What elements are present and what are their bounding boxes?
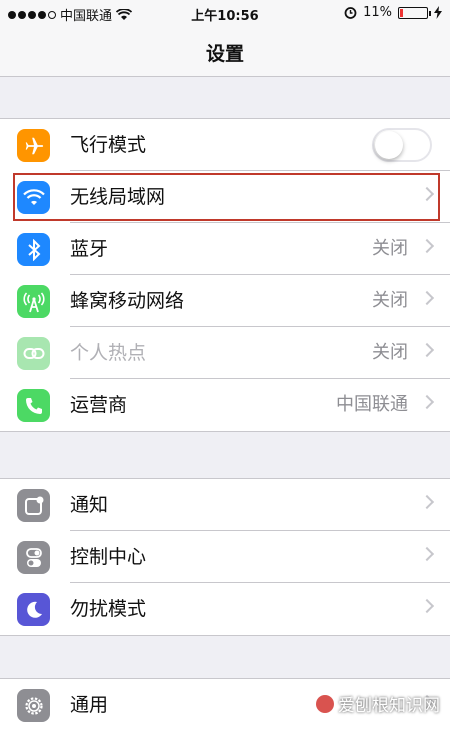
control-center-icon	[17, 541, 50, 574]
notifications-group: 通知 控制中心 勿扰模式	[0, 478, 450, 636]
row-value: 关闭	[372, 238, 408, 259]
row-label: 个人热点	[70, 342, 147, 364]
connectivity-group: 飞行模式 无线局域网 蓝牙 关闭 蜂窝移动网络 关闭 个人热点 关闭 运营商 中…	[0, 118, 450, 432]
charging-bolt-icon	[434, 6, 442, 19]
row-value: 中国联通	[336, 394, 408, 415]
settings-row-wifi[interactable]: 无线局域网	[0, 171, 450, 223]
row-label: 运营商	[70, 394, 128, 416]
settings-row-do-not-disturb[interactable]: 勿扰模式	[0, 583, 450, 635]
row-label: 勿扰模式	[70, 598, 147, 620]
moon-icon	[17, 593, 50, 626]
row-label: 通知	[70, 494, 109, 516]
bluetooth-icon	[17, 233, 50, 266]
toggle-knob	[375, 131, 403, 159]
notifications-icon	[17, 489, 50, 522]
hotspot-icon	[17, 337, 50, 370]
row-label: 蜂窝移动网络	[70, 290, 185, 312]
watermark-text: 爱刨根知识网	[338, 696, 440, 716]
page-title: 设置	[205, 42, 244, 65]
navigation-bar: 设置	[0, 28, 450, 77]
battery-level	[400, 8, 404, 17]
gear-icon	[17, 689, 50, 722]
wifi-icon	[17, 181, 50, 214]
settings-row-cellular[interactable]: 蜂窝移动网络 关闭	[0, 275, 450, 327]
settings-row-notifications[interactable]: 通知	[0, 479, 450, 531]
row-label: 控制中心	[70, 546, 147, 568]
chevron-right-icon	[419, 186, 435, 202]
cellular-icon	[17, 285, 50, 318]
watermark: 爱刨根知识网	[316, 691, 440, 716]
row-label: 无线局域网	[70, 186, 166, 208]
watermark-logo-icon	[316, 694, 334, 713]
settings-row-carrier[interactable]: 运营商 中国联通	[0, 379, 450, 431]
row-value: 关闭	[372, 342, 408, 363]
settings-row-bluetooth[interactable]: 蓝牙 关闭	[0, 223, 450, 275]
battery-percent: 11%	[363, 5, 392, 20]
battery-icon	[398, 6, 431, 19]
chevron-right-icon	[419, 598, 435, 614]
alarm-clock-icon	[344, 7, 357, 19]
row-label: 飞行模式	[70, 134, 147, 156]
settings-row-control-center[interactable]: 控制中心	[0, 531, 450, 583]
chevron-right-icon	[419, 342, 435, 358]
chevron-right-icon	[419, 394, 435, 410]
status-bar: 中国联通 上午10:56 11%	[0, 0, 450, 28]
airplane-mode-toggle[interactable]	[372, 128, 432, 162]
chevron-right-icon	[419, 238, 435, 254]
settings-row-personal-hotspot[interactable]: 个人热点 关闭	[0, 327, 450, 379]
status-right: 11%	[344, 5, 442, 20]
row-value: 关闭	[372, 290, 408, 311]
settings-row-airplane-mode[interactable]: 飞行模式	[0, 119, 450, 171]
airplane-icon	[17, 129, 50, 162]
phone-icon	[17, 389, 50, 422]
chevron-right-icon	[419, 494, 435, 510]
row-label: 通用	[70, 694, 109, 716]
chevron-right-icon	[419, 546, 435, 562]
chevron-right-icon	[419, 290, 435, 306]
row-label: 蓝牙	[70, 238, 109, 260]
